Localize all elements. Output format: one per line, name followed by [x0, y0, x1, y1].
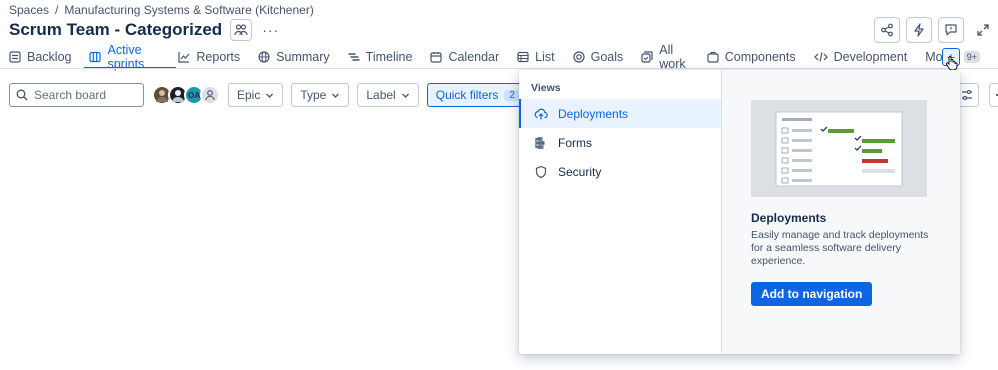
epic-filter[interactable]: Epic — [228, 83, 284, 107]
code-icon — [813, 52, 828, 62]
team-button[interactable] — [230, 19, 253, 41]
feedback-button[interactable] — [938, 17, 964, 43]
menu-item-label: Forms — [558, 135, 592, 150]
epic-filter-label: Epic — [237, 88, 261, 102]
view-preview-panel: Deployments Easily manage and track depl… — [722, 70, 960, 354]
breadcrumb: Spaces / Manufacturing Systems & Softwar… — [9, 3, 314, 17]
board-more-button[interactable] — [989, 83, 998, 107]
add-to-navigation-button[interactable]: Add to navigation — [751, 282, 873, 306]
views-section-label: Views — [531, 82, 561, 94]
tab-label: Summary — [276, 50, 330, 64]
tab-label: Goals — [590, 50, 624, 64]
tab-reports[interactable]: Reports — [178, 47, 240, 67]
fullscreen-button[interactable] — [970, 17, 996, 43]
type-filter[interactable]: Type — [291, 83, 350, 107]
person-photo-icon — [156, 90, 168, 102]
avatar-group: OA — [152, 85, 220, 105]
lightning-icon — [914, 23, 924, 37]
type-filter-label: Type — [300, 88, 327, 102]
tab-label: Reports — [196, 50, 241, 64]
title-row: Scrum Team - Categorized ··· — [9, 19, 279, 41]
people-icon — [234, 24, 248, 36]
person-photo-icon — [172, 90, 184, 102]
list-icon — [517, 51, 529, 63]
globe-icon — [258, 51, 270, 63]
tab-label: Development — [833, 50, 908, 64]
menu-item-forms[interactable]: Forms — [519, 128, 721, 157]
tab-development[interactable]: Development — [813, 47, 908, 67]
board-icon — [89, 51, 102, 63]
breadcrumb-separator: / — [55, 3, 59, 17]
goals-icon — [573, 51, 585, 63]
filter-bar: Search board OA Epic Type Label Quick fi… — [9, 83, 529, 107]
menu-item-label: Security — [558, 164, 602, 179]
tab-label: Backlog — [27, 50, 72, 64]
tab-list[interactable]: List — [517, 47, 555, 67]
label-filter[interactable]: Label — [357, 83, 419, 107]
search-icon — [16, 89, 28, 101]
reports-icon — [178, 52, 190, 63]
more-actions-button[interactable]: ··· — [262, 22, 279, 38]
automation-button[interactable] — [906, 17, 932, 43]
menu-item-deployments[interactable]: Deployments — [519, 99, 721, 128]
add-view-popup: Views Deployments Forms Security Deploym… — [519, 70, 960, 354]
forms-icon — [535, 136, 545, 149]
preview-heading: Deployments — [751, 211, 827, 225]
preview-description: Easily manage and track deployments for … — [751, 229, 929, 267]
calendar-icon — [430, 52, 443, 63]
more-count-badge: 9+ — [963, 51, 980, 63]
top-actions — [874, 17, 996, 43]
timeline-icon — [347, 53, 360, 61]
tab-label: Calendar — [448, 50, 500, 64]
tab-label: Timeline — [365, 50, 413, 64]
page-title: Scrum Team - Categorized — [9, 20, 223, 39]
label-filter-label: Label — [366, 88, 396, 102]
share-button[interactable] — [874, 17, 900, 43]
hand-cursor-icon — [946, 56, 958, 71]
tab-calendar[interactable]: Calendar — [430, 47, 499, 67]
shield-icon — [535, 165, 547, 178]
quick-filters-button[interactable]: Quick filters 2 — [426, 83, 529, 107]
tab-label: Components — [724, 50, 796, 64]
tab-components[interactable]: Components — [707, 47, 796, 67]
tab-bar: Backlog Active sprints Reports Summary T… — [9, 43, 998, 71]
components-icon — [707, 51, 719, 63]
deployments-preview-image — [751, 100, 927, 197]
share-icon — [881, 23, 893, 37]
quick-filters-label: Quick filters — [435, 88, 499, 102]
all-work-icon — [641, 51, 653, 63]
avatar[interactable] — [200, 85, 220, 105]
search-input[interactable]: Search board — [9, 83, 144, 107]
tab-timeline[interactable]: Timeline — [347, 47, 413, 67]
chevron-down-icon — [401, 93, 409, 98]
breadcrumb-project[interactable]: Manufacturing Systems & Software (Kitche… — [64, 3, 313, 17]
tab-backlog[interactable]: Backlog — [9, 47, 71, 67]
person-icon — [205, 90, 215, 101]
chevron-down-icon — [332, 93, 340, 98]
backlog-icon — [9, 51, 21, 63]
menu-item-security[interactable]: Security — [519, 157, 721, 186]
breadcrumb-spaces[interactable]: Spaces — [9, 3, 49, 17]
quick-filters-count: 2 — [504, 89, 520, 101]
deployments-illustration — [751, 100, 927, 197]
menu-item-label: Deployments — [558, 106, 629, 121]
settings-sliders-icon — [962, 89, 972, 101]
chevron-down-icon — [266, 93, 274, 98]
board-tools — [955, 83, 998, 107]
tab-active-sprints[interactable]: Active sprints — [89, 43, 160, 71]
views-menu: Views Deployments Forms Security — [519, 70, 722, 354]
tabs-divider — [0, 68, 998, 69]
tab-label: All work — [659, 43, 686, 71]
search-placeholder: Search board — [34, 88, 107, 102]
feedback-icon — [945, 24, 957, 36]
expand-icon — [977, 24, 989, 36]
tab-all-work[interactable]: All work — [641, 43, 688, 71]
deployments-icon — [534, 108, 548, 119]
tab-summary[interactable]: Summary — [258, 47, 330, 67]
tab-goals[interactable]: Goals — [573, 47, 624, 67]
tab-label: List — [535, 50, 555, 64]
